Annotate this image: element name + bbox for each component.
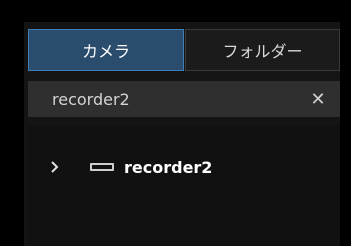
tab-camera[interactable]: カメラ — [28, 29, 184, 71]
camera-panel: カメラ フォルダー ✕ recorder2 — [24, 22, 340, 246]
search-input[interactable] — [52, 81, 308, 117]
recorder-device-icon — [90, 163, 114, 171]
close-icon[interactable]: ✕ — [308, 89, 328, 110]
tree-item-recorder2[interactable]: recorder2 — [28, 150, 340, 184]
tab-folder[interactable]: フォルダー — [185, 29, 340, 71]
tab-camera-label: カメラ — [81, 42, 130, 61]
search-bar: ✕ — [28, 81, 340, 117]
tree-item-label: recorder2 — [124, 157, 213, 177]
chevron-right-icon[interactable] — [46, 161, 64, 173]
tab-folder-label: フォルダー — [222, 42, 303, 61]
device-tree: recorder2 — [28, 126, 340, 246]
panel-tabs: カメラ フォルダー — [28, 29, 340, 71]
